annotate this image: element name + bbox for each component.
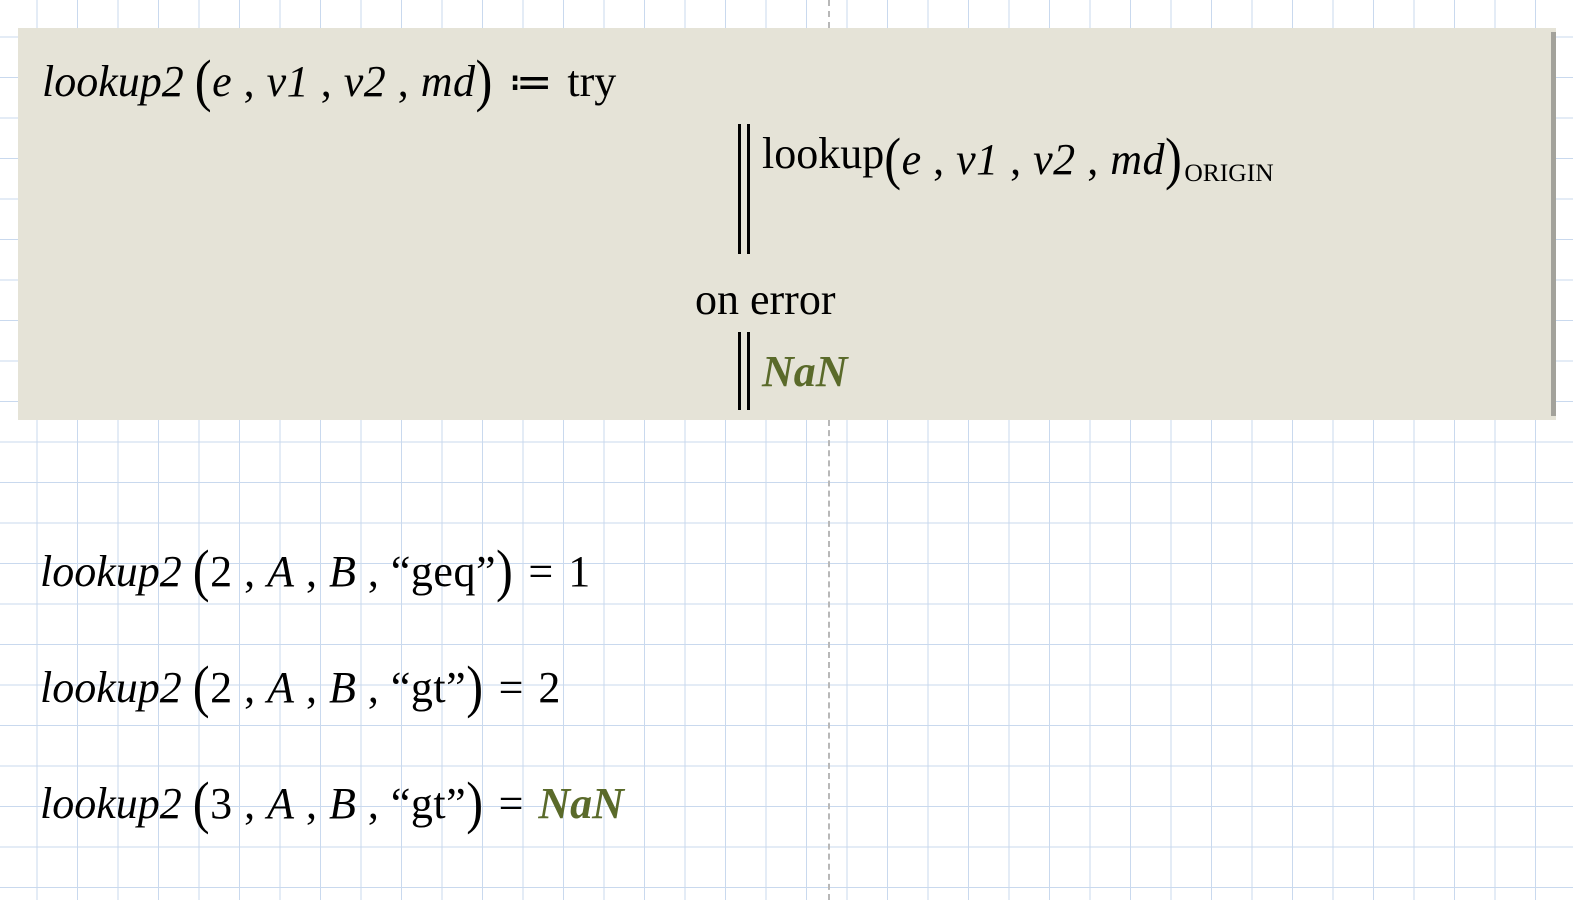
ex-result: 1 — [568, 547, 590, 596]
call-arg: e — [902, 135, 922, 184]
ex-arg: B — [329, 663, 356, 712]
def-fn-name: lookup2 — [42, 57, 184, 106]
example-row[interactable]: lookup2 (3 , A , B , “gt”) = NaN — [40, 772, 624, 830]
assign-operator: ≔ — [504, 56, 556, 107]
def-arg: v2 — [344, 57, 387, 106]
ex-arg: “gt” — [391, 663, 466, 712]
ex-fn: lookup2 — [40, 663, 182, 712]
equals-sign: = — [495, 779, 528, 828]
equals-sign: = — [524, 547, 557, 596]
ex-arg: A — [267, 663, 294, 712]
origin-subscript: ORIGIN — [1184, 158, 1273, 188]
ex-arg: B — [329, 547, 356, 596]
region-selection-edge — [1551, 32, 1556, 416]
ex-args: (2 , A , B , “geq”) — [193, 547, 514, 596]
call-arg: v2 — [1033, 135, 1076, 184]
program-bar — [738, 124, 750, 254]
worksheet-page: lookup2 (e , v1 , v2 , md) ≔ try lookup … — [0, 0, 1573, 900]
example-row[interactable]: lookup2 (2 , A , B , “gt”) = 2 — [40, 656, 560, 714]
call-fn-name: lookup — [762, 128, 884, 179]
def-arg: e — [212, 57, 232, 106]
ex-arg: A — [267, 779, 294, 828]
call-arglist: (e , v1 , v2 , md) — [884, 128, 1182, 186]
ex-args: (2 , A , B , “gt”) — [193, 663, 484, 712]
program-bar — [738, 332, 750, 410]
try-body-block: lookup (e , v1 , v2 , md) ORIGIN — [738, 124, 1274, 254]
def-arglist: (e , v1 , v2 , md) — [195, 57, 505, 106]
ex-arg: 2 — [210, 663, 233, 712]
nan-literal: NaN — [762, 346, 848, 397]
try-keyword: try — [567, 57, 616, 106]
ex-result-nan: NaN — [538, 779, 624, 828]
page-margin-rule-a — [828, 0, 830, 28]
ex-arg: “geq” — [391, 547, 496, 596]
example-row[interactable]: lookup2 (2 , A , B , “geq”) = 1 — [40, 540, 590, 598]
def-arg: md — [421, 57, 476, 106]
on-error-keyword: on error — [695, 274, 836, 325]
ex-result: 2 — [538, 663, 560, 712]
ex-arg: B — [329, 779, 356, 828]
call-arg: v1 — [956, 135, 999, 184]
equals-sign: = — [495, 663, 528, 712]
ex-arg: A — [267, 547, 294, 596]
ex-args: (3 , A , B , “gt”) — [193, 779, 484, 828]
call-arg: md — [1110, 135, 1165, 184]
ex-fn: lookup2 — [40, 779, 182, 828]
ex-arg: 3 — [210, 779, 233, 828]
page-margin-rule-b — [828, 420, 830, 900]
on-error-body-block: NaN — [738, 332, 848, 410]
ex-arg: “gt” — [391, 779, 466, 828]
definition-region[interactable]: lookup2 (e , v1 , v2 , md) ≔ try lookup … — [18, 28, 1556, 420]
definition-header-line: lookup2 (e , v1 , v2 , md) ≔ try — [42, 50, 616, 108]
def-arg: v1 — [267, 57, 310, 106]
ex-arg: 2 — [210, 547, 233, 596]
ex-fn: lookup2 — [40, 547, 182, 596]
